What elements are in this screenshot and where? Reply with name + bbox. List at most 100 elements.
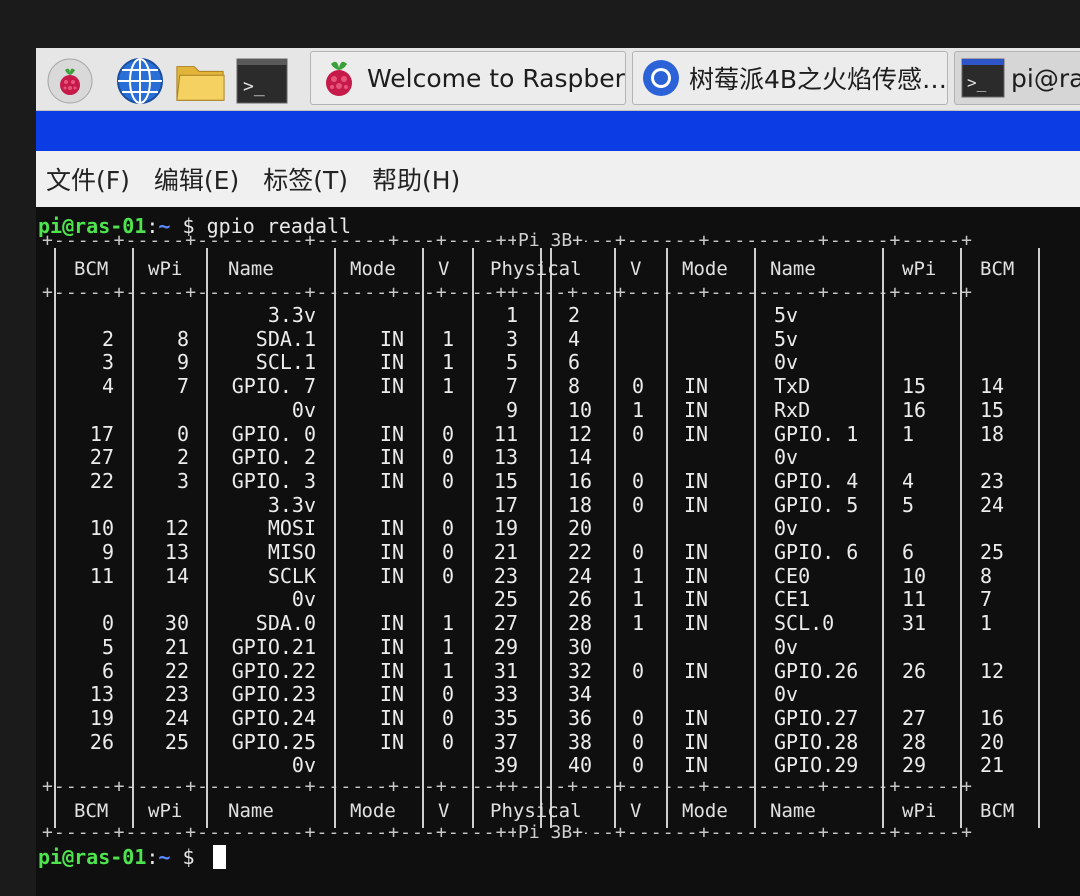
cell-physical-left: 3 [505,326,518,351]
cell-v-right: 1 [632,397,645,422]
cell-mode-right: IN [684,753,709,778]
cell-mode-right: IN [684,421,709,446]
footer-header-col-7: Mode [682,800,728,822]
footer-header-col-5: Physical [490,800,582,822]
cell-wpi-right: 15 [902,374,927,399]
cell-physical-left: 35 [493,705,518,730]
cell-bcm-right: 16 [980,705,1005,730]
cell-physical-right: 34 [568,682,593,707]
task-label: 树莓派4B之火焰传感… [689,65,948,94]
footer-header-col-9: wPi [902,800,937,822]
column-separator [472,248,474,828]
cell-name-left: GPIO. 3 [231,468,316,493]
menu-tabs[interactable]: 标签(T) [263,161,348,197]
menu-help[interactable]: 帮助(H) [372,161,460,197]
cell-name-right: 0v [774,516,799,541]
cell-v-right: 0 [632,421,645,446]
cell-mode-left: IN [379,705,404,730]
cell-name-left: GPIO.21 [231,634,316,659]
column-separator [550,248,552,828]
footer-header-col-3: Mode [350,800,396,822]
cell-v-right: 0 [632,705,645,730]
cell-physical-right: 32 [568,658,593,683]
cell-physical-right: 38 [568,729,593,754]
cell-physical-right: 4 [568,326,581,351]
cell-bcm-left: 4 [101,374,114,399]
footer-header-col-2: Name [228,800,274,822]
cell-bcm-right: 1 [980,611,993,636]
cell-bcm-right: 8 [980,563,993,588]
cell-v-left: 0 [441,729,454,754]
prompt-separator: : [146,845,159,869]
window-title-bar[interactable] [36,111,1080,151]
cell-bcm-right: 12 [980,658,1005,683]
cell-name-left: MISO [267,540,316,564]
cell-bcm-left: 27 [89,445,114,470]
cell-mode-left: IN [379,468,404,493]
cell-wpi-right: 11 [902,587,927,612]
cell-wpi-left: 23 [164,682,189,707]
cell-name-left: GPIO. 0 [231,421,316,446]
cell-v-right: 0 [632,729,645,754]
chromium-icon [639,56,683,100]
cell-physical-left: 21 [493,540,518,564]
cell-wpi-right: 31 [902,611,927,636]
cell-name-left: GPIO.25 [231,729,316,754]
cell-v-left: 1 [441,350,454,375]
cell-mode-right: IN [684,540,709,564]
header-col-9: wPi [902,258,937,280]
footer-header-col-6: V [630,800,642,822]
cell-bcm-right: 25 [980,540,1005,564]
raspberry-menu-icon[interactable] [44,56,96,106]
web-browser-icon[interactable] [114,56,166,106]
cell-name-right: CE0 [774,563,811,588]
cell-wpi-right: 26 [902,658,927,683]
header-col-0: BCM [74,258,109,280]
cell-name-right: SCL.0 [774,611,835,636]
cell-wpi-left: 30 [164,611,189,636]
cell-mode-right: IN [684,611,709,636]
cell-physical-right: 36 [568,705,593,730]
cell-wpi-right: 28 [902,729,927,754]
cell-physical-right: 16 [568,468,593,493]
menu-edit[interactable]: 编辑(E) [154,161,239,197]
prompt-user: pi@ras-01 [38,845,147,869]
terminal-icon[interactable]: >_ [236,56,288,106]
cell-mode-left: IN [379,326,404,351]
cell-physical-left: 5 [505,350,518,375]
cell-v-left: 1 [441,374,454,399]
cell-physical-left: 33 [493,682,518,707]
cell-v-left: 0 [441,705,454,730]
menu-file[interactable]: 文件(F) [46,161,130,197]
cell-name-right: 0v [774,445,799,470]
file-manager-icon[interactable] [174,56,226,106]
terminal-output[interactable]: pi@ras-01:~ $ gpio readall +-----+-----+… [36,208,1080,896]
cell-v-right: 1 [632,611,645,636]
footer-header-col-4: V [438,800,450,822]
cell-mode-left: IN [379,445,404,470]
cell-physical-left: 27 [493,611,518,636]
task-chromium-article[interactable]: 树莓派4B之火焰传感… [632,51,948,105]
cell-physical-left: 15 [493,468,518,493]
cell-physical-right: 6 [568,350,581,375]
header-col-7: Mode [682,258,728,280]
monitor-screen: >_ Welcome to Raspberr… [36,48,1080,896]
cell-mode-left: IN [379,516,404,541]
cell-physical-right: 18 [568,492,593,517]
cell-name-left: SCL.1 [255,350,316,375]
column-separator [882,248,884,828]
column-separator [54,248,56,828]
cell-name-left: 3.3v [267,303,316,327]
cell-name-left: SDA.1 [255,326,316,351]
task-terminal[interactable]: >_ pi@ras [954,51,1080,105]
table-footer-border: +-----+-----+---------+------+---+----++… [42,776,974,797]
cell-name-right: GPIO.27 [774,705,859,730]
cell-physical-right: 20 [568,516,593,541]
cell-mode-left: IN [379,350,404,375]
cell-physical-left: 31 [493,658,518,683]
cell-physical-left: 25 [493,587,518,612]
cell-wpi-right: 10 [902,563,927,588]
task-welcome-raspberry[interactable]: Welcome to Raspberr… [310,51,626,105]
cell-wpi-right: 1 [902,421,915,446]
cell-v-right: 0 [632,468,645,493]
